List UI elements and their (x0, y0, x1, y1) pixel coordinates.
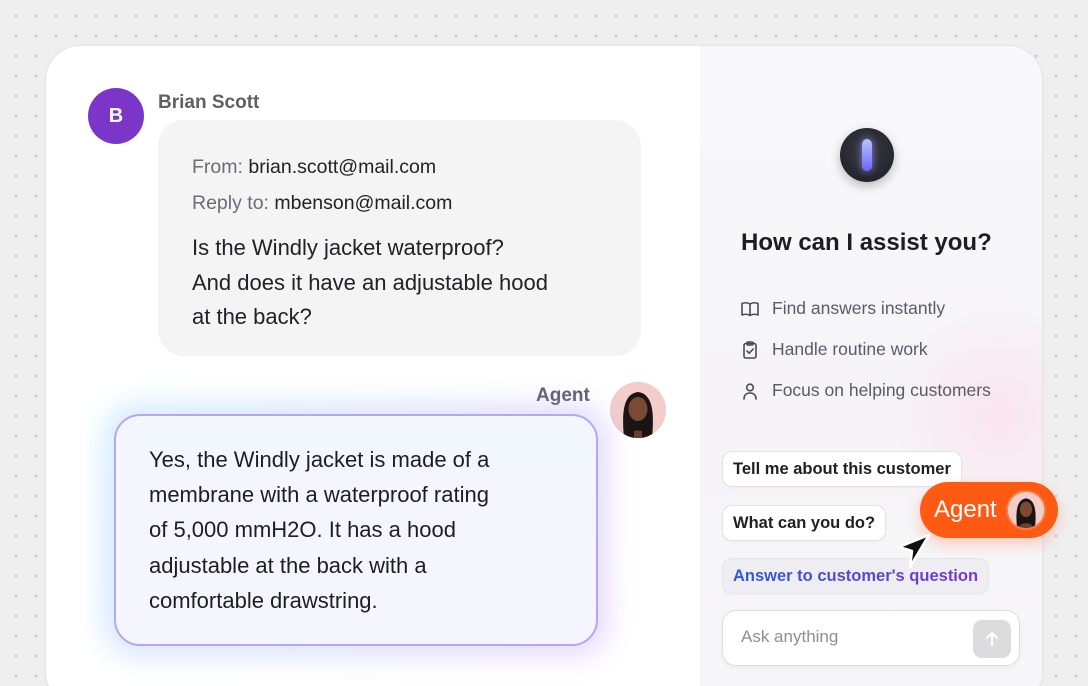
feature-routine-work: Handle routine work (740, 339, 928, 360)
feature-find-answers: Find answers instantly (740, 298, 945, 319)
email-body-line: at the back? (192, 304, 312, 329)
arrow-up-icon (986, 632, 998, 646)
reply-body-line: Yes, the Windly jacket is made of a (149, 447, 490, 472)
feature-helping-customers: Focus on helping customers (740, 380, 991, 401)
email-body: Is the Windly jacket waterproof? And doe… (192, 231, 607, 335)
sender-name: Brian Scott (158, 92, 260, 113)
agent-avatar (610, 382, 666, 438)
email-body-line: And does it have an adjustable hood (192, 269, 548, 295)
from-address: brian.scott@mail.com (248, 156, 437, 178)
reply-body-line: membrane with a waterproof rating (149, 482, 489, 508)
book-icon (741, 301, 759, 316)
mouse-pointer-icon (897, 533, 931, 569)
agent-tag-label: Agent (934, 496, 997, 523)
sender-avatar: B (88, 88, 144, 144)
reply-body-line: of 5,000 mmH2O. It has a hood (149, 517, 456, 543)
ai-orb-icon (840, 128, 894, 182)
reply-to-line: Reply to: mbenson@mail.com (192, 185, 607, 221)
feature-label: Find answers instantly (772, 298, 946, 318)
feature-label: Handle routine work (772, 339, 928, 359)
reply-to-label: Reply to: (192, 192, 269, 214)
send-button[interactable] (973, 620, 1011, 658)
ask-input[interactable] (741, 627, 961, 647)
from-label: From: (192, 156, 243, 178)
reply-to-address: mbenson@mail.com (274, 192, 453, 214)
agent-reply-draft[interactable]: Yes, the Windly jacket is made of a memb… (114, 414, 598, 646)
suggestion-customer-info[interactable]: Tell me about this customer (722, 451, 962, 487)
agent-cursor-tag: Agent (920, 482, 1058, 538)
assistant-title: How can I assist you? (741, 229, 992, 256)
person-icon (743, 382, 757, 400)
reply-body-line: comfortable drawstring. (149, 587, 378, 613)
reply-body-line: adjustable at the back with a (149, 552, 427, 578)
email-message-bubble: From: brian.scott@mail.com Reply to: mbe… (158, 120, 641, 356)
suggestion-capabilities[interactable]: What can you do? (722, 505, 887, 541)
from-line: From: brian.scott@mail.com (192, 149, 607, 185)
feature-label: Focus on helping customers (772, 380, 991, 400)
suggestion-answer-question[interactable]: Answer to customer's question (722, 558, 990, 594)
ask-box (722, 610, 1020, 666)
email-body-line: Is the Windly jacket waterproof? (192, 235, 504, 260)
agent-tag-avatar (1006, 490, 1046, 530)
clipboard-check-icon (743, 340, 757, 359)
